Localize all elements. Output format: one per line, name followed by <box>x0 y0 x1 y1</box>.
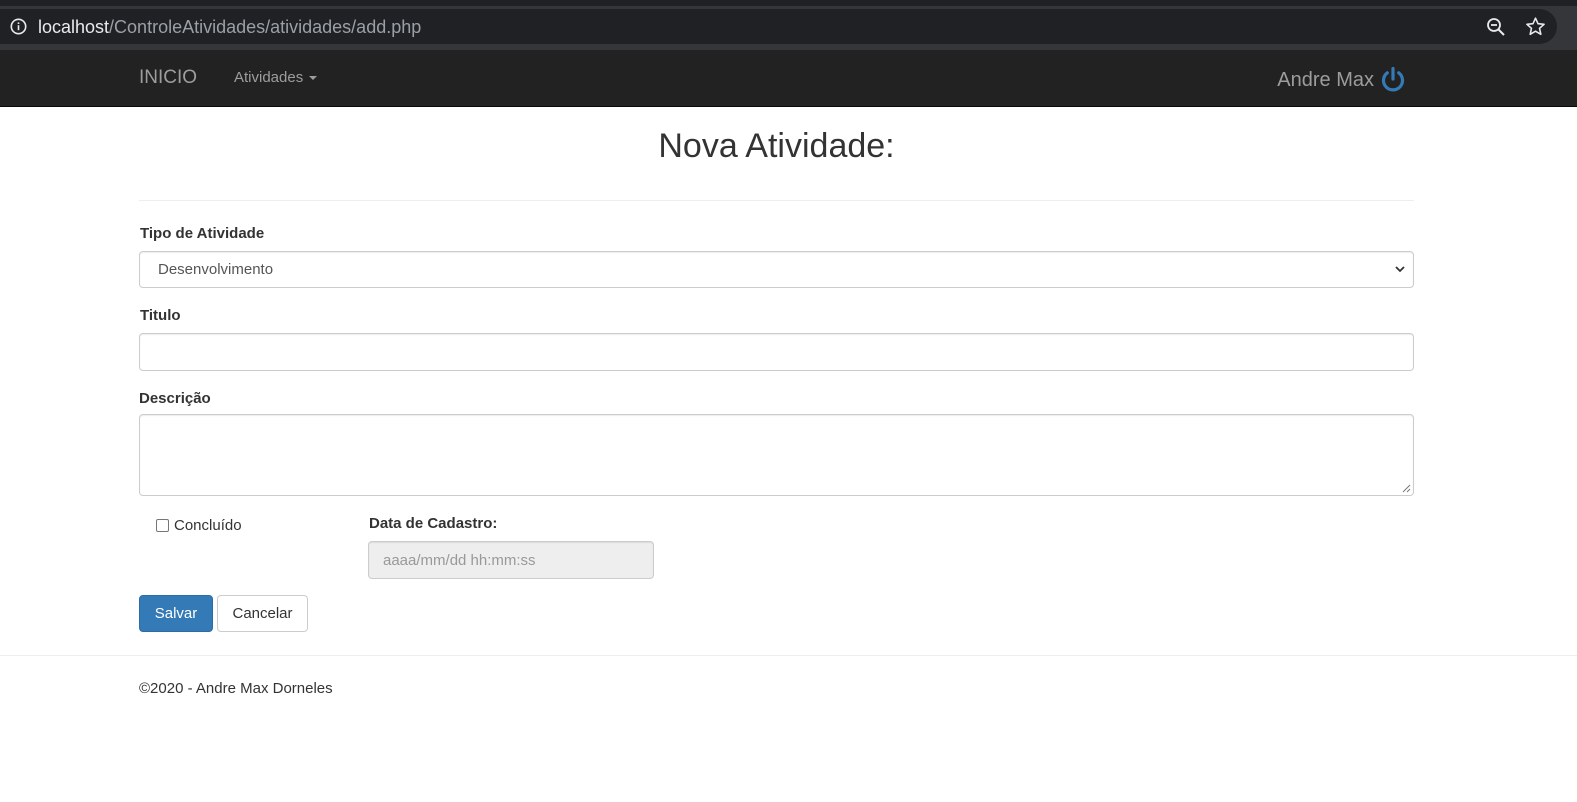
tab-strip <box>0 0 1577 6</box>
date-input: aaaa/mm/dd hh:mm:ss <box>368 541 654 579</box>
zoom-out-icon[interactable] <box>1486 17 1506 37</box>
page-title: Nova Atividade: <box>658 127 895 165</box>
done-checkbox[interactable] <box>156 519 169 532</box>
navbar-brand[interactable]: INICIO <box>139 67 197 89</box>
activity-type-select[interactable]: Desenvolvimento <box>139 251 1414 288</box>
description-textarea[interactable] <box>139 414 1414 496</box>
save-button[interactable]: Salvar <box>139 595 213 632</box>
url-host: localhost <box>38 17 110 37</box>
bookmark-star-icon[interactable] <box>1525 16 1546 37</box>
activity-type-value: Desenvolvimento <box>158 261 274 278</box>
caret-down-icon <box>309 75 318 80</box>
done-label[interactable]: Concluído <box>174 517 242 534</box>
user-logout-link[interactable]: Andre Max <box>1277 66 1407 94</box>
navbar: INICIO Atividades Andre Max <box>0 50 1577 107</box>
resize-grip-icon[interactable] <box>1402 484 1411 493</box>
info-icon[interactable] <box>10 18 27 35</box>
footer-copyright: ©2020 - Andre Max Dorneles <box>139 680 333 697</box>
title-label: Titulo <box>140 307 181 324</box>
power-icon[interactable] <box>1379 66 1407 94</box>
atividades-dropdown-label: Atividades <box>234 69 304 86</box>
title-input[interactable] <box>139 333 1414 371</box>
atividades-dropdown[interactable]: Atividades <box>234 69 318 86</box>
done-checkbox-group[interactable]: Concluído <box>156 517 242 534</box>
browser-toolbar: localhost/ControleAtividades/atividades/… <box>0 0 1577 50</box>
footer-divider <box>0 655 1577 656</box>
description-label: Descrição <box>139 390 211 407</box>
address-bar[interactable]: localhost/ControleAtividades/atividades/… <box>0 9 1557 44</box>
chevron-down-icon <box>1395 266 1405 273</box>
url-text[interactable]: localhost/ControleAtividades/atividades/… <box>38 17 421 38</box>
type-label: Tipo de Atividade <box>140 225 265 242</box>
cancel-button[interactable]: Cancelar <box>217 595 308 632</box>
divider <box>139 200 1414 201</box>
date-placeholder: aaaa/mm/dd hh:mm:ss <box>383 552 536 569</box>
url-path: /ControleAtividades/atividades/add.php <box>109 17 422 37</box>
user-name: Andre Max <box>1277 68 1374 91</box>
date-label: Data de Cadastro: <box>369 515 498 532</box>
